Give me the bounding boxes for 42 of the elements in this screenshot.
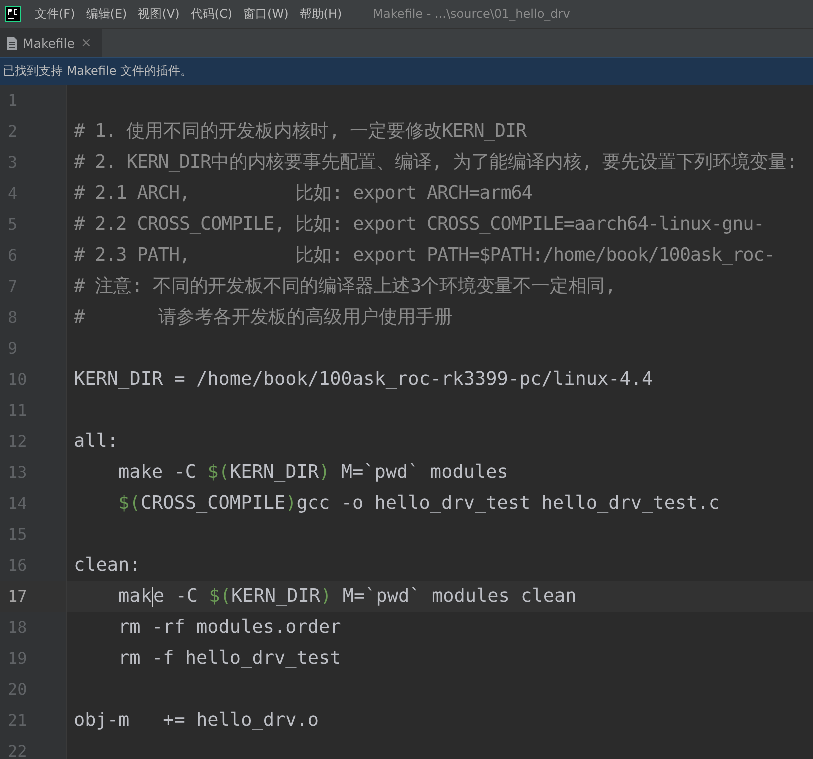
- macro-delimiter: ): [286, 493, 297, 514]
- code-comment: # 请参考各开发板的高级用户使用手册: [74, 307, 453, 328]
- file-icon: [7, 36, 17, 50]
- code-text: mak: [118, 586, 152, 607]
- text-caret: [152, 586, 154, 607]
- code-text: gcc -o hello_drv_test hello_drv_test.c: [296, 493, 720, 514]
- macro-delimiter: $(: [118, 493, 141, 514]
- menu-item[interactable]: 视图(V): [138, 6, 180, 22]
- file-tab[interactable]: Makefile ×: [0, 29, 102, 57]
- window-title: Makefile - ...\source\01_hello_drv: [373, 7, 570, 21]
- code-text: M=`pwd` modules clean: [342, 586, 577, 607]
- code-text: rm -rf modules.order: [118, 617, 342, 638]
- code-text: rm -f hello_drv_test: [118, 648, 342, 669]
- code-text: make -C: [118, 462, 198, 483]
- code-comment: # 2.1 ARCH, 比如: export ARCH=arm64: [74, 183, 532, 204]
- menu-item[interactable]: 编辑(E): [86, 6, 128, 22]
- macro-delimiter: $(: [208, 462, 230, 483]
- code-text: KERN_DIR: [230, 462, 320, 483]
- code-comment: # 2.3 PATH, 比如: export PATH=$PATH:/home/book/100ask_roc-: [74, 245, 775, 266]
- code-comment: # 1. 使用不同的开发板内核时, 一定要修改KERN_DIR: [74, 121, 526, 142]
- code-text: obj-m += hello_drv.o: [74, 710, 320, 731]
- code-text: clean:: [74, 555, 141, 576]
- macro-delimiter: $(: [209, 586, 232, 607]
- code-text: KERN_DIR = /home/book/100ask_roc-rk3399-pc/linux-4.4: [74, 369, 654, 390]
- banner-text: 已找到支持 Makefile 文件的插件。: [3, 63, 193, 80]
- code-text: CROSS_COMPILE: [140, 493, 286, 514]
- code-comment: # 2. KERN_DIR中的内核要事先配置、编译, 为了能编译内核, 要先设置下列环境变量:: [74, 152, 798, 173]
- code-comment: # 注意: 不同的开发板不同的编译器上述3个环境变量不一定相同,: [74, 276, 616, 297]
- code-text: M=`pwd` modules: [340, 462, 508, 483]
- code-text: e -C: [153, 586, 200, 607]
- close-button[interactable]: ×: [80, 36, 92, 50]
- code-text: all:: [74, 431, 119, 452]
- menu-item[interactable]: 文件(F): [35, 6, 76, 22]
- code-comment: # 2.2 CROSS_COMPILE, 比如: export CROSS_COMPILE=aarch64-linux-gnu-: [74, 214, 764, 235]
- menu-item[interactable]: 代码(C): [190, 6, 233, 22]
- macro-delimiter: ): [319, 462, 330, 483]
- code-text: KERN_DIR: [231, 586, 321, 607]
- line-number: 17: [8, 587, 28, 606]
- menu-item[interactable]: 窗口(W): [244, 6, 289, 22]
- menu-item[interactable]: 帮助(H): [300, 6, 342, 22]
- macro-delimiter: ): [320, 586, 332, 607]
- app-logo-icon: [5, 6, 21, 22]
